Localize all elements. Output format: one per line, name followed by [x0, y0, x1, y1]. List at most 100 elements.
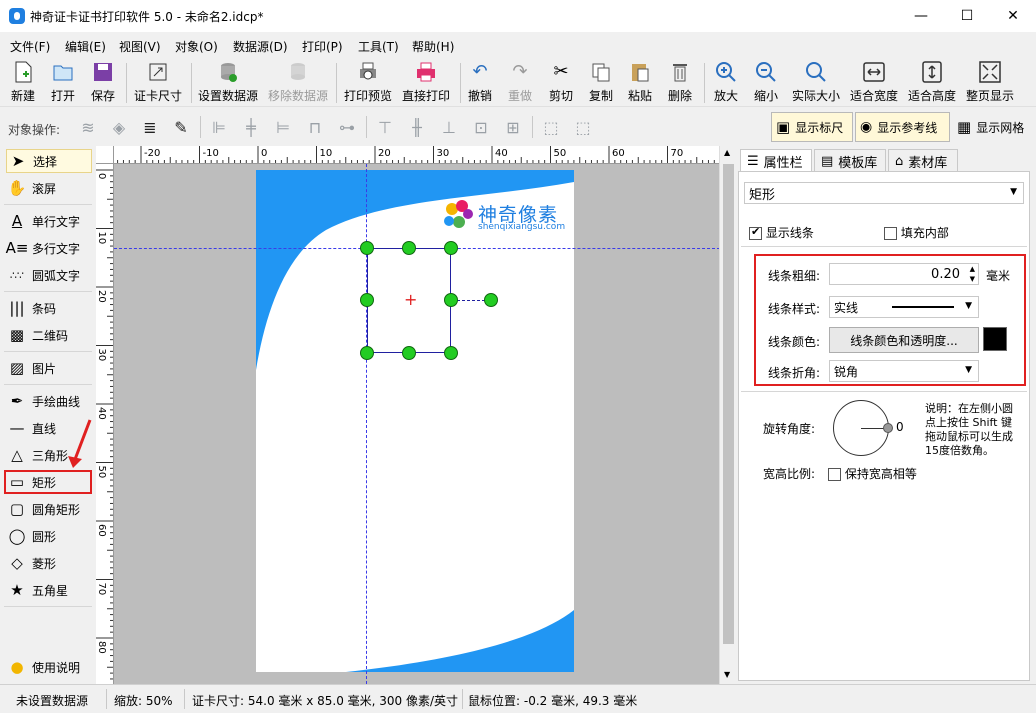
same-width-icon[interactable]: ⊡ — [470, 116, 492, 138]
fit-height-button[interactable]: 适合高度 — [906, 60, 958, 106]
layers-icon[interactable]: ≣ — [139, 116, 161, 138]
tool-scroll[interactable]: ✋ 滚屏 — [6, 176, 92, 200]
tool-multi-text[interactable]: A≡ 多行文字 — [6, 236, 92, 260]
align-bottom-icon[interactable]: ⊥ — [438, 116, 460, 138]
print-preview-button[interactable]: 打印预览 — [342, 60, 394, 106]
new-button[interactable]: 新建 — [8, 60, 38, 106]
card-size-button[interactable]: 证卡尺寸 — [132, 60, 184, 106]
undo-button[interactable]: ↶ 撤销 — [465, 60, 495, 106]
tab-assets[interactable]: ⌂ 素材库 — [888, 149, 958, 173]
bring-forward-icon[interactable]: ≋ — [77, 116, 99, 138]
chevron-down-icon: ▼ — [965, 365, 972, 375]
resize-handle[interactable] — [444, 346, 458, 360]
tool-star[interactable]: ★ 五角星 — [6, 578, 92, 602]
horizontal-ruler[interactable]: -20 -10 0 10 20 30 40 50 60 70 — [114, 146, 720, 164]
resize-handle[interactable] — [360, 241, 374, 255]
tool-diamond[interactable]: ◇ 菱形 — [6, 551, 92, 575]
resize-handle[interactable] — [360, 293, 374, 307]
minimize-button[interactable]: — — [898, 0, 944, 32]
tool-select[interactable]: ➤ 选择 — [6, 149, 92, 173]
fit-width-button[interactable]: 适合宽度 — [848, 60, 900, 106]
shape-type-select[interactable]: 矩形 ▼ — [744, 182, 1024, 204]
close-button[interactable]: ✕ — [990, 0, 1036, 32]
align-center-icon[interactable]: ╪ — [240, 116, 262, 138]
scroll-up-arrow[interactable]: ▲ — [724, 148, 730, 157]
same-height-icon[interactable]: ⊞ — [502, 116, 524, 138]
copy-button[interactable]: 复制 — [586, 60, 616, 106]
line-width-input[interactable]: 0.20 ▲ ▼ — [829, 263, 979, 285]
resize-handle[interactable] — [402, 346, 416, 360]
align-left-icon[interactable]: ⊫ — [208, 116, 230, 138]
menu-datasource[interactable]: 数据源(D) — [233, 38, 288, 55]
vertical-scrollbar[interactable]: ▲ ▼ — [719, 146, 736, 684]
show-grid-toggle[interactable]: ▦ 显示网格 — [952, 112, 1034, 142]
fit-page-button[interactable]: 整页显示 — [964, 60, 1016, 106]
distribute-v-icon[interactable]: ⊓ — [304, 116, 326, 138]
set-datasource-button[interactable]: 设置数据源 — [196, 60, 260, 106]
zoom-in-button[interactable]: 放大 — [711, 60, 741, 106]
align-middle-icon[interactable]: ╫ — [406, 116, 428, 138]
menu-object[interactable]: 对象(O) — [175, 38, 218, 55]
distribute-h-icon[interactable]: ⊶ — [336, 116, 358, 138]
rotation-handle[interactable] — [484, 293, 498, 307]
tool-qrcode[interactable]: ▩ 二维码 — [6, 323, 92, 347]
align-right-icon[interactable]: ⊨ — [272, 116, 294, 138]
resize-handle[interactable] — [444, 293, 458, 307]
cut-button[interactable]: ✂ 剪切 — [546, 60, 576, 106]
actual-size-button[interactable]: 实际大小 — [790, 60, 842, 106]
align-top-icon[interactable]: ⊤ — [374, 116, 396, 138]
remove-datasource-button[interactable]: 移除数据源 — [266, 60, 330, 106]
toolbar-separator — [704, 63, 705, 103]
menu-file[interactable]: 文件(F) — [10, 38, 50, 55]
layer-edit-icon[interactable]: ✎ — [170, 116, 192, 138]
resize-handle[interactable] — [360, 346, 374, 360]
resize-handle[interactable] — [444, 241, 458, 255]
menu-edit[interactable]: 编辑(E) — [65, 38, 106, 55]
paste-button[interactable]: 粘贴 — [625, 60, 655, 106]
line-color-button[interactable]: 线条颜色和透明度... — [829, 327, 979, 353]
keep-aspect-checkbox[interactable]: 保持宽高相等 — [828, 465, 917, 482]
fill-inside-checkbox[interactable]: 填充内部 — [884, 224, 949, 241]
direct-print-button[interactable]: 直接打印 — [400, 60, 452, 106]
show-ruler-toggle[interactable]: ▣ 显示标尺 — [771, 112, 853, 142]
scrollbar-thumb[interactable] — [723, 164, 734, 644]
send-backward-icon[interactable]: ◈ — [108, 116, 130, 138]
tool-ellipse[interactable]: ◯ 圆形 — [6, 524, 92, 548]
spinner-icon[interactable]: ▲ ▼ — [970, 264, 975, 284]
tab-templates[interactable]: ▤ 模板库 — [814, 149, 886, 173]
redo-button[interactable]: ↷ 重做 — [505, 60, 535, 106]
tool-barcode[interactable]: ||| 条码 — [6, 296, 92, 320]
tool-rounded-rect[interactable]: ▢ 圆角矩形 — [6, 497, 92, 521]
tab-properties[interactable]: ☰ 属性栏 — [740, 149, 812, 173]
checkbox-unchecked[interactable] — [884, 227, 897, 240]
show-border-checkbox[interactable]: 显示线条 — [749, 224, 814, 241]
menu-print[interactable]: 打印(P) — [302, 38, 343, 55]
ungroup-icon[interactable]: ⬚ — [572, 116, 594, 138]
menu-tools[interactable]: 工具(T) — [358, 38, 399, 55]
vertical-ruler[interactable]: 0 10 20 30 40 50 60 70 80 — [96, 164, 114, 684]
line-color-swatch[interactable] — [983, 327, 1007, 351]
resize-handle[interactable] — [402, 241, 416, 255]
line-join-select[interactable]: 锐角 ▼ — [829, 360, 979, 382]
delete-button[interactable]: 删除 — [665, 60, 695, 106]
ruler-label: 60 — [96, 524, 107, 537]
show-guides-toggle[interactable]: ◉ 显示参考线 — [855, 112, 950, 142]
rotation-dial-knob[interactable] — [883, 423, 893, 433]
save-button[interactable]: 保存 — [88, 60, 118, 106]
maximize-button[interactable]: ☐ — [944, 0, 990, 32]
menu-help[interactable]: 帮助(H) — [412, 38, 454, 55]
tool-help[interactable]: ● 使用说明 — [6, 655, 92, 679]
checkbox-unchecked[interactable] — [828, 468, 841, 481]
tool-arc-text[interactable]: ∴∵ 圆弧文字 — [6, 263, 92, 287]
tool-image[interactable]: ▨ 图片 — [6, 356, 92, 380]
checkbox-checked[interactable] — [749, 225, 762, 240]
menu-view[interactable]: 视图(V) — [119, 38, 161, 55]
group-icon[interactable]: ⬚ — [540, 116, 562, 138]
tool-freehand[interactable]: ✒ 手绘曲线 — [6, 389, 92, 413]
tool-rectangle[interactable]: ▭ 矩形 — [4, 470, 92, 494]
zoom-out-button[interactable]: 缩小 — [751, 60, 781, 106]
line-style-select[interactable]: 实线 ▼ — [829, 296, 979, 318]
tool-single-text[interactable]: A 单行文字 — [6, 209, 92, 233]
scroll-down-arrow[interactable]: ▼ — [724, 670, 730, 679]
open-button[interactable]: 打开 — [48, 60, 78, 106]
